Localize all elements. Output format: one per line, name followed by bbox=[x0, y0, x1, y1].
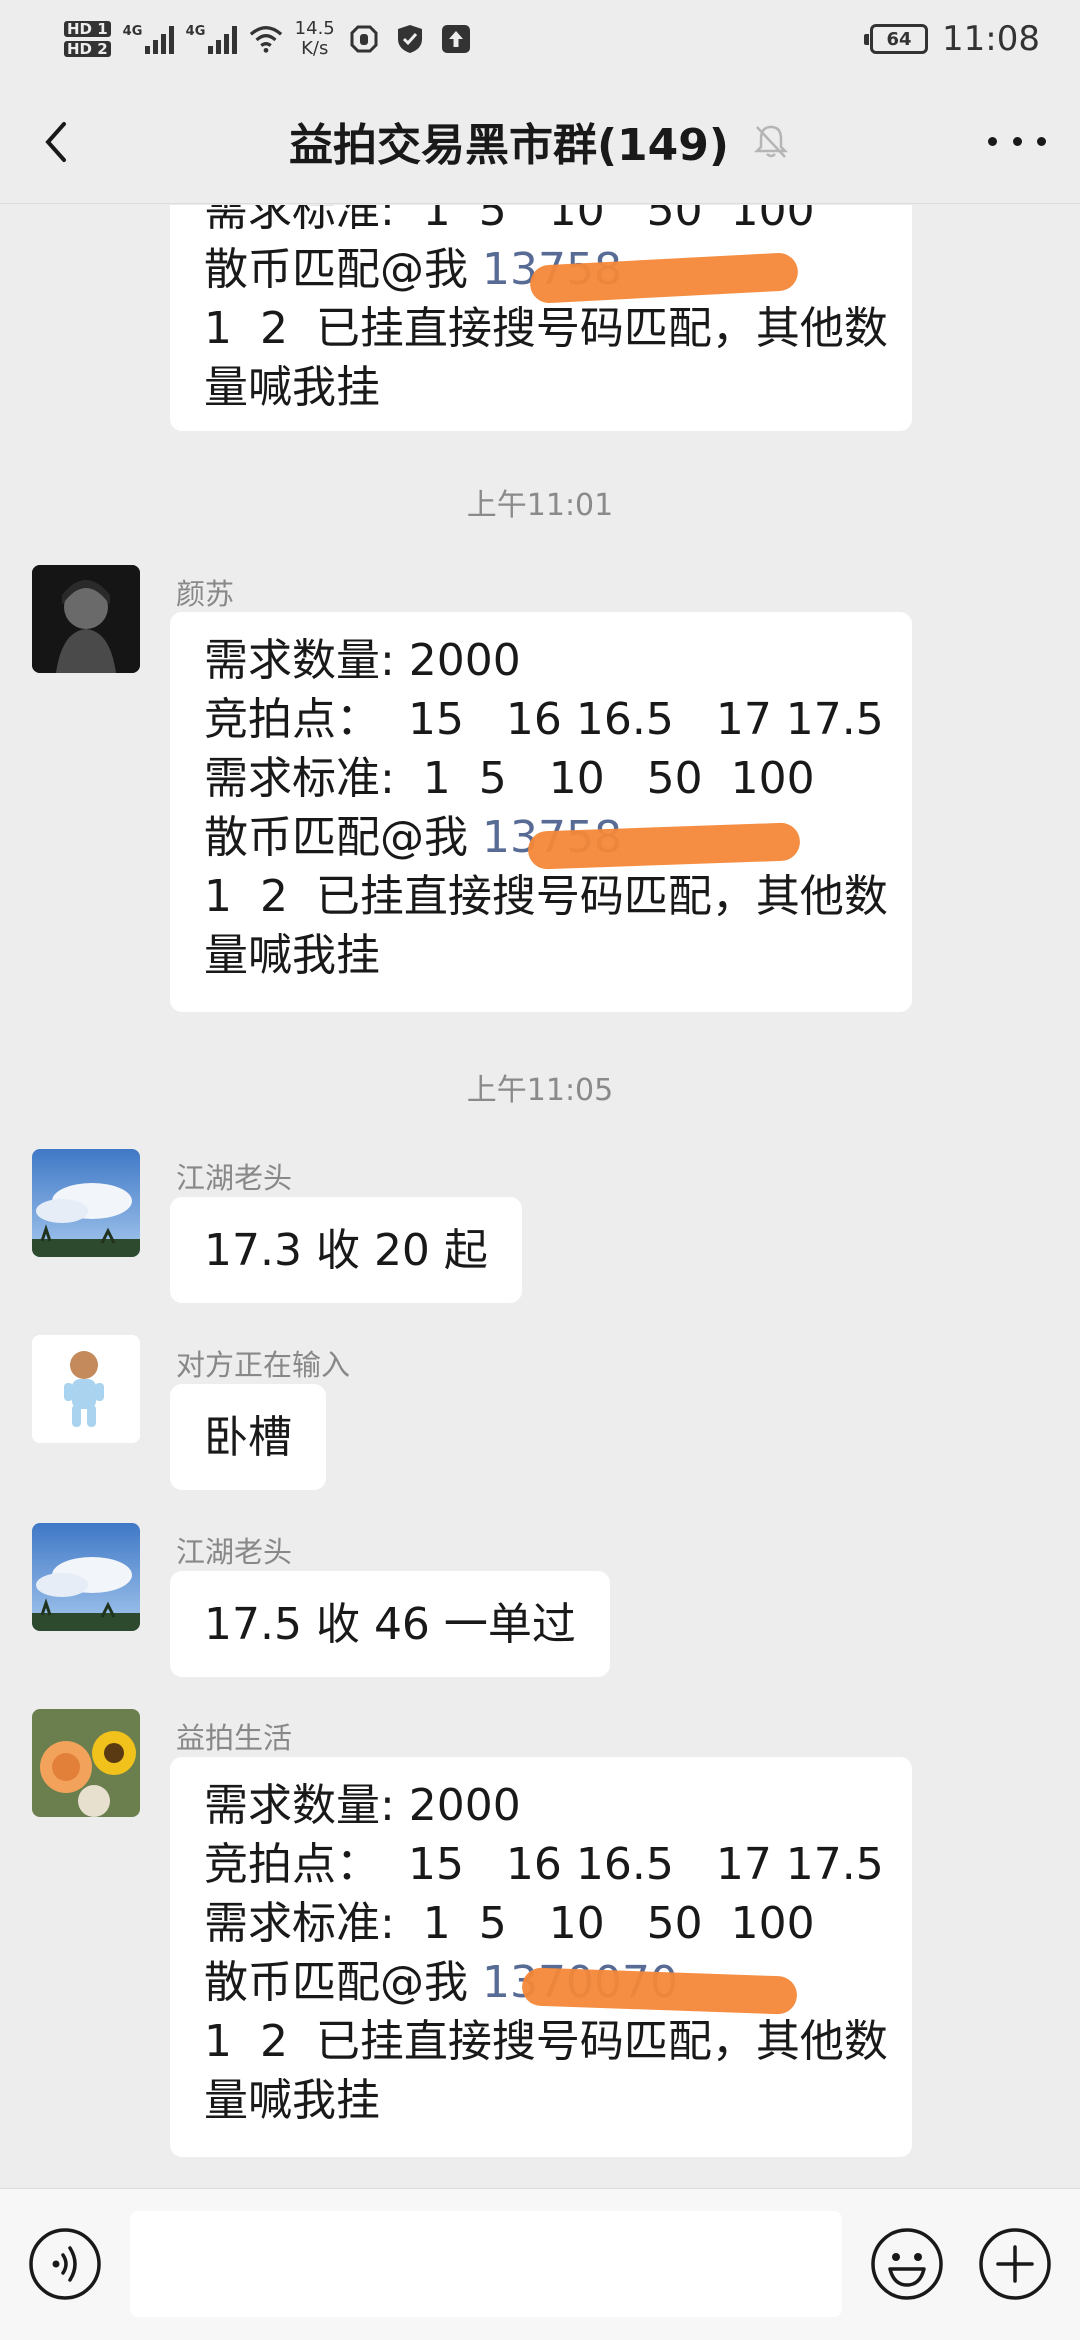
message-bubble[interactable]: 17.3 收 20 起 bbox=[170, 1197, 522, 1303]
message-text: 散币匹配@我 bbox=[204, 244, 482, 295]
chevron-left-icon bbox=[45, 122, 66, 162]
chat-header: 益拍交易黑市群(149) bbox=[0, 78, 1080, 204]
status-bar-right: 64 11:08 bbox=[864, 19, 1040, 59]
message-bubble[interactable]: 需求标准: 1 5 10 50 100 散币匹配@我 13758 1 2 已挂直… bbox=[170, 205, 912, 431]
message-line: 需求标准: 1 5 10 50 100 bbox=[204, 753, 815, 804]
title-wrap: 益拍交易黑市群(149) bbox=[289, 109, 791, 173]
message-line: 量喊我挂 bbox=[204, 362, 380, 413]
message-bubble[interactable]: 需求数量: 2000 竞拍点： 15 16 16.5 17 17.5 需求标准:… bbox=[170, 1757, 912, 2157]
avatar[interactable] bbox=[32, 1709, 140, 1817]
message-line: 量喊我挂 bbox=[204, 2075, 380, 2126]
chat-area[interactable]: 需求标准: 1 5 10 50 100 散币匹配@我 13758 1 2 已挂直… bbox=[0, 205, 1080, 2187]
message-line: 需求标准: 1 5 10 50 100 bbox=[204, 205, 815, 236]
emoji-button[interactable] bbox=[870, 2227, 944, 2301]
timestamp: 上午11:01 bbox=[466, 488, 614, 523]
message-input[interactable] bbox=[130, 2211, 842, 2317]
sender-name: 江湖老头 bbox=[176, 1535, 293, 1569]
avatar[interactable] bbox=[32, 1149, 140, 1257]
plus-icon bbox=[979, 2228, 1051, 2300]
message-text: 卧槽 bbox=[204, 1412, 292, 1463]
emoji-icon bbox=[871, 2228, 943, 2300]
message-line: 需求数量: 2000 bbox=[204, 1780, 521, 1831]
back-button[interactable] bbox=[28, 112, 88, 172]
message-bubble[interactable]: 卧槽 bbox=[170, 1384, 326, 1490]
more-dots-icon bbox=[988, 136, 997, 146]
bell-off-icon bbox=[754, 125, 789, 158]
message-text: 17.5 收 46 一单过 bbox=[204, 1599, 576, 1650]
message-line: 1 2 已挂直接搜号码匹配，其他数 bbox=[204, 303, 888, 354]
battery-icon: 64 bbox=[864, 24, 929, 54]
sender-name: 江湖老头 bbox=[176, 1161, 293, 1195]
status-time: 11:08 bbox=[942, 19, 1040, 59]
signal-icon-1: 4G bbox=[123, 24, 174, 54]
message-line: 量喊我挂 bbox=[204, 930, 380, 981]
message-line: 竞拍点： 15 16 16.5 17 17.5 bbox=[204, 694, 884, 745]
network-speed: 14.5 K/s bbox=[295, 19, 335, 59]
message-line: 竞拍点： 15 16 16.5 17 17.5 bbox=[204, 1839, 884, 1890]
message-text: 17.3 收 20 起 bbox=[204, 1225, 488, 1276]
more-button[interactable] bbox=[982, 126, 1052, 156]
speed-unit: K/s bbox=[301, 38, 329, 59]
upload-icon bbox=[439, 22, 473, 56]
voice-button[interactable] bbox=[28, 2227, 102, 2301]
message-text: 散币匹配@我 bbox=[204, 812, 482, 863]
hd1-label: HD 1 bbox=[64, 21, 111, 37]
sender-name: 颜苏 bbox=[176, 577, 235, 611]
voice-icon bbox=[29, 2228, 101, 2300]
chat-title: 益拍交易黑市群(149) bbox=[288, 119, 730, 171]
sender-name: 对方正在输入 bbox=[176, 1348, 351, 1382]
message-bubble[interactable]: 需求数量: 2000 竞拍点： 15 16 16.5 17 17.5 需求标准:… bbox=[170, 612, 912, 1012]
avatar[interactable] bbox=[32, 565, 140, 673]
signal-icon-2: 4G bbox=[186, 24, 237, 54]
hd-indicator: HD 1 HD 2 bbox=[64, 21, 111, 57]
avatar[interactable] bbox=[32, 1335, 140, 1443]
message-line: 需求标准: 1 5 10 50 100 bbox=[204, 1898, 815, 1949]
hd2-label: HD 2 bbox=[64, 41, 111, 57]
network-type-2: 4G bbox=[185, 24, 206, 39]
message-text: 散币匹配@我 bbox=[204, 1957, 482, 2008]
sender-name: 益拍生活 bbox=[176, 1721, 293, 1755]
plus-button[interactable] bbox=[978, 2227, 1052, 2301]
timestamp: 上午11:05 bbox=[466, 1073, 614, 1108]
status-bar: HD 1 HD 2 4G 4G 14.5 K/s 64 11:08 bbox=[0, 0, 1080, 78]
hand-icon bbox=[347, 22, 381, 56]
message-line: 1 2 已挂直接搜号码匹配，其他数 bbox=[204, 871, 888, 922]
wifi-icon bbox=[249, 22, 283, 56]
speed-value: 14.5 bbox=[294, 18, 335, 39]
status-bar-left: HD 1 HD 2 4G 4G 14.5 K/s bbox=[64, 19, 473, 59]
message-line: 1 2 已挂直接搜号码匹配，其他数 bbox=[204, 2016, 888, 2067]
avatar[interactable] bbox=[32, 1523, 140, 1631]
message-bubble[interactable]: 17.5 收 46 一单过 bbox=[170, 1571, 610, 1677]
input-bar bbox=[0, 2188, 1080, 2340]
message-line: 需求数量: 2000 bbox=[204, 635, 521, 686]
network-type-1: 4G bbox=[122, 24, 143, 39]
battery-level: 64 bbox=[886, 28, 912, 50]
shield-icon bbox=[393, 22, 427, 56]
